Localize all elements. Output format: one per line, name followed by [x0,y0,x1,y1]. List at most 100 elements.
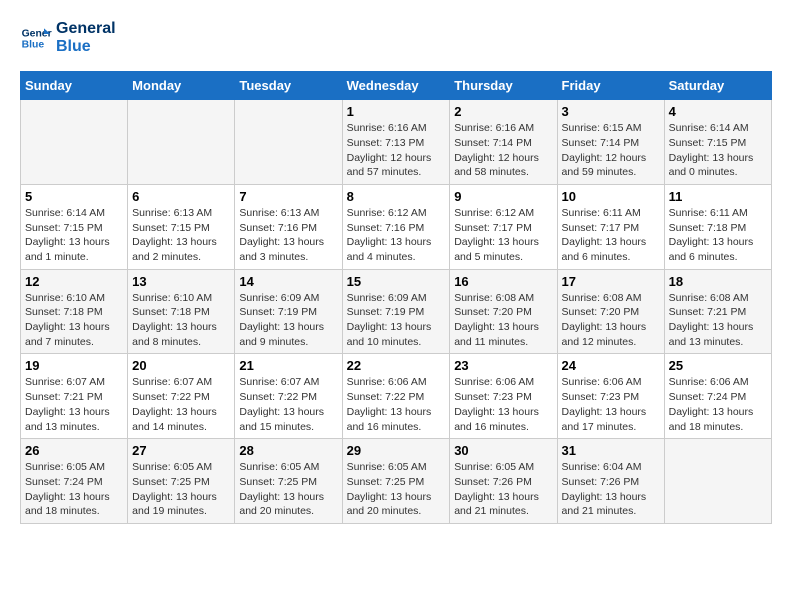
calendar-cell: 1 Sunrise: 6:16 AM Sunset: 7:13 PM Daylig… [342,100,450,185]
calendar-table: SundayMondayTuesdayWednesdayThursdayFrid… [20,71,772,524]
week-row-1: 1 Sunrise: 6:16 AM Sunset: 7:13 PM Daylig… [21,100,772,185]
day-number: 26 [25,443,123,458]
calendar-cell: 24Sunrise: 6:06 AM Sunset: 7:23 PM Dayli… [557,354,664,439]
logo-icon: General Blue [20,22,52,54]
calendar-cell: 11 Sunrise: 6:11 AM Sunset: 7:18 PM Dayli… [664,184,771,269]
day-number: 13 [132,274,230,289]
svg-text:Blue: Blue [22,39,45,50]
logo: General Blue General Blue [20,20,116,55]
day-number: 12 [25,274,123,289]
day-number: 5 [25,189,123,204]
day-info: Sunrise: 6:11 AM Sunset: 7:18 PM Dayligh… [669,206,767,265]
day-info: Sunrise: 6:08 AM Sunset: 7:20 PM Dayligh… [562,291,660,350]
day-info: Sunrise: 6:06 AM Sunset: 7:24 PM Dayligh… [669,375,767,434]
day-info: Sunrise: 6:07 AM Sunset: 7:22 PM Dayligh… [239,375,337,434]
day-info: Sunrise: 6:11 AM Sunset: 7:17 PM Dayligh… [562,206,660,265]
day-info: Sunrise: 6:06 AM Sunset: 7:23 PM Dayligh… [454,375,552,434]
day-number: 21 [239,358,337,373]
calendar-cell: 13 Sunrise: 6:10 AM Sunset: 7:18 PM Dayli… [128,269,235,354]
day-info: Sunrise: 6:15 AM Sunset: 7:14 PM Dayligh… [562,121,660,180]
day-info: Sunrise: 6:13 AM Sunset: 7:16 PM Dayligh… [239,206,337,265]
header-cell-monday: Monday [128,72,235,100]
calendar-cell: 3 Sunrise: 6:15 AM Sunset: 7:14 PM Daylig… [557,100,664,185]
calendar-cell: 7 Sunrise: 6:13 AM Sunset: 7:16 PM Daylig… [235,184,342,269]
day-number: 20 [132,358,230,373]
calendar-cell: 20 Sunrise: 6:07 AM Sunset: 7:22 PM Dayli… [128,354,235,439]
day-info: Sunrise: 6:12 AM Sunset: 7:16 PM Dayligh… [347,206,446,265]
header-cell-thursday: Thursday [450,72,557,100]
header-cell-wednesday: Wednesday [342,72,450,100]
day-number: 30 [454,443,552,458]
day-info: Sunrise: 6:07 AM Sunset: 7:22 PM Dayligh… [132,375,230,434]
day-number: 25 [669,358,767,373]
calendar-cell [664,439,771,524]
header-cell-sunday: Sunday [21,72,128,100]
calendar-cell: 26 Sunrise: 6:05 AM Sunset: 7:24 PM Dayli… [21,439,128,524]
week-row-5: 26 Sunrise: 6:05 AM Sunset: 7:24 PM Dayli… [21,439,772,524]
day-info: Sunrise: 6:08 AM Sunset: 7:21 PM Dayligh… [669,291,767,350]
day-info: Sunrise: 6:10 AM Sunset: 7:18 PM Dayligh… [132,291,230,350]
day-info: Sunrise: 6:05 AM Sunset: 7:25 PM Dayligh… [347,460,446,519]
day-number: 18 [669,274,767,289]
day-info: Sunrise: 6:05 AM Sunset: 7:25 PM Dayligh… [132,460,230,519]
logo-text-general: General [56,20,116,38]
header-cell-saturday: Saturday [664,72,771,100]
day-number: 24 [562,358,660,373]
day-number: 15 [347,274,446,289]
calendar-cell: 27 Sunrise: 6:05 AM Sunset: 7:25 PM Dayli… [128,439,235,524]
header-row: SundayMondayTuesdayWednesdayThursdayFrid… [21,72,772,100]
day-info: Sunrise: 6:12 AM Sunset: 7:17 PM Dayligh… [454,206,552,265]
header-cell-friday: Friday [557,72,664,100]
calendar-cell: 25 Sunrise: 6:06 AM Sunset: 7:24 PM Dayli… [664,354,771,439]
week-row-4: 19Sunrise: 6:07 AM Sunset: 7:21 PM Dayli… [21,354,772,439]
calendar-cell: 29 Sunrise: 6:05 AM Sunset: 7:25 PM Dayli… [342,439,450,524]
day-number: 6 [132,189,230,204]
day-number: 8 [347,189,446,204]
week-row-3: 12 Sunrise: 6:10 AM Sunset: 7:18 PM Dayli… [21,269,772,354]
day-info: Sunrise: 6:14 AM Sunset: 7:15 PM Dayligh… [669,121,767,180]
calendar-cell: 15Sunrise: 6:09 AM Sunset: 7:19 PM Dayli… [342,269,450,354]
day-number: 7 [239,189,337,204]
day-number: 9 [454,189,552,204]
calendar-cell: 4 Sunrise: 6:14 AM Sunset: 7:15 PM Daylig… [664,100,771,185]
calendar-cell: 14 Sunrise: 6:09 AM Sunset: 7:19 PM Dayli… [235,269,342,354]
calendar-cell: 10 Sunrise: 6:11 AM Sunset: 7:17 PM Dayli… [557,184,664,269]
calendar-cell: 16Sunrise: 6:08 AM Sunset: 7:20 PM Dayli… [450,269,557,354]
calendar-cell: 12 Sunrise: 6:10 AM Sunset: 7:18 PM Dayli… [21,269,128,354]
day-info: Sunrise: 6:05 AM Sunset: 7:24 PM Dayligh… [25,460,123,519]
logo-text-blue: Blue [56,38,116,56]
day-info: Sunrise: 6:05 AM Sunset: 7:25 PM Dayligh… [239,460,337,519]
day-info: Sunrise: 6:10 AM Sunset: 7:18 PM Dayligh… [25,291,123,350]
day-number: 23 [454,358,552,373]
day-number: 27 [132,443,230,458]
day-info: Sunrise: 6:07 AM Sunset: 7:21 PM Dayligh… [25,375,123,434]
calendar-cell: 22 Sunrise: 6:06 AM Sunset: 7:22 PM Dayli… [342,354,450,439]
day-number: 10 [562,189,660,204]
calendar-cell: 30 Sunrise: 6:05 AM Sunset: 7:26 PM Dayli… [450,439,557,524]
calendar-cell: 2Sunrise: 6:16 AM Sunset: 7:14 PM Daylig… [450,100,557,185]
day-info: Sunrise: 6:05 AM Sunset: 7:26 PM Dayligh… [454,460,552,519]
day-number: 22 [347,358,446,373]
day-info: Sunrise: 6:08 AM Sunset: 7:20 PM Dayligh… [454,291,552,350]
day-number: 14 [239,274,337,289]
calendar-cell: 18 Sunrise: 6:08 AM Sunset: 7:21 PM Dayli… [664,269,771,354]
calendar-cell [128,100,235,185]
calendar-cell: 23 Sunrise: 6:06 AM Sunset: 7:23 PM Dayli… [450,354,557,439]
header-cell-tuesday: Tuesday [235,72,342,100]
calendar-cell: 17 Sunrise: 6:08 AM Sunset: 7:20 PM Dayli… [557,269,664,354]
day-number: 11 [669,189,767,204]
day-info: Sunrise: 6:16 AM Sunset: 7:14 PM Dayligh… [454,121,552,180]
day-info: Sunrise: 6:06 AM Sunset: 7:22 PM Dayligh… [347,375,446,434]
day-number: 1 [347,104,446,119]
calendar-cell: 6Sunrise: 6:13 AM Sunset: 7:15 PM Daylig… [128,184,235,269]
day-number: 29 [347,443,446,458]
calendar-cell: 31Sunrise: 6:04 AM Sunset: 7:26 PM Dayli… [557,439,664,524]
page-header: General Blue General Blue [20,20,772,55]
day-number: 4 [669,104,767,119]
day-info: Sunrise: 6:09 AM Sunset: 7:19 PM Dayligh… [239,291,337,350]
day-number: 3 [562,104,660,119]
calendar-cell: 21 Sunrise: 6:07 AM Sunset: 7:22 PM Dayli… [235,354,342,439]
day-info: Sunrise: 6:04 AM Sunset: 7:26 PM Dayligh… [562,460,660,519]
day-number: 17 [562,274,660,289]
day-info: Sunrise: 6:16 AM Sunset: 7:13 PM Dayligh… [347,121,446,180]
